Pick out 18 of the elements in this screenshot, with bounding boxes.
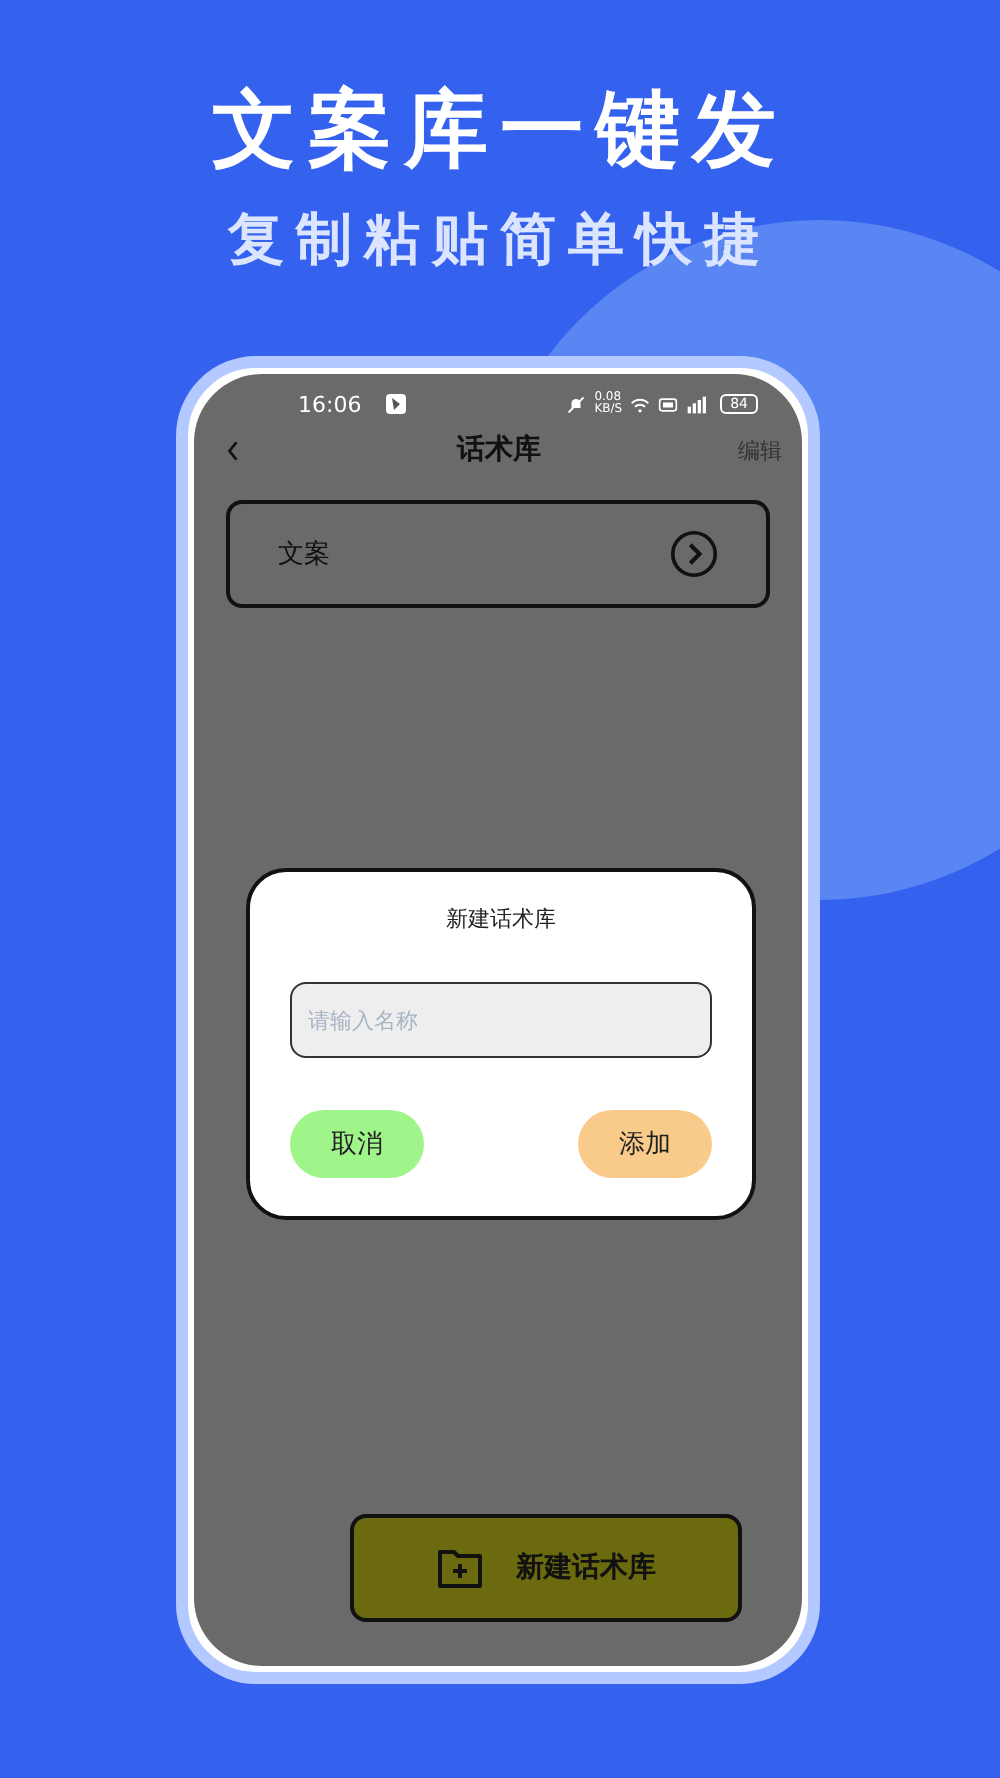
add-button[interactable]: 添加 [578,1110,712,1178]
folder-add-icon [436,1544,484,1592]
banner-subtitle: 复制粘贴简单快捷 [225,204,774,276]
dialog-title: 新建话术库 [444,904,558,934]
notification-icon [385,394,406,414]
item-label: 文案 [278,538,330,572]
wifi-icon [630,395,651,413]
new-library-button[interactable]: 新建话术库 [350,1514,742,1622]
chevron-right-icon [670,530,718,578]
library-item[interactable]: 文案 [226,500,770,608]
status-time: 16:06 [298,391,362,417]
cancel-button[interactable]: 取消 [290,1110,424,1178]
name-input-field[interactable]: 请输入名称 [290,982,712,1058]
banner-title: 文案库一键发 [210,80,790,180]
mute-icon [566,395,587,413]
page-title: 话术库 [454,432,543,468]
back-icon[interactable] [226,439,240,461]
signal-icon [686,395,707,413]
